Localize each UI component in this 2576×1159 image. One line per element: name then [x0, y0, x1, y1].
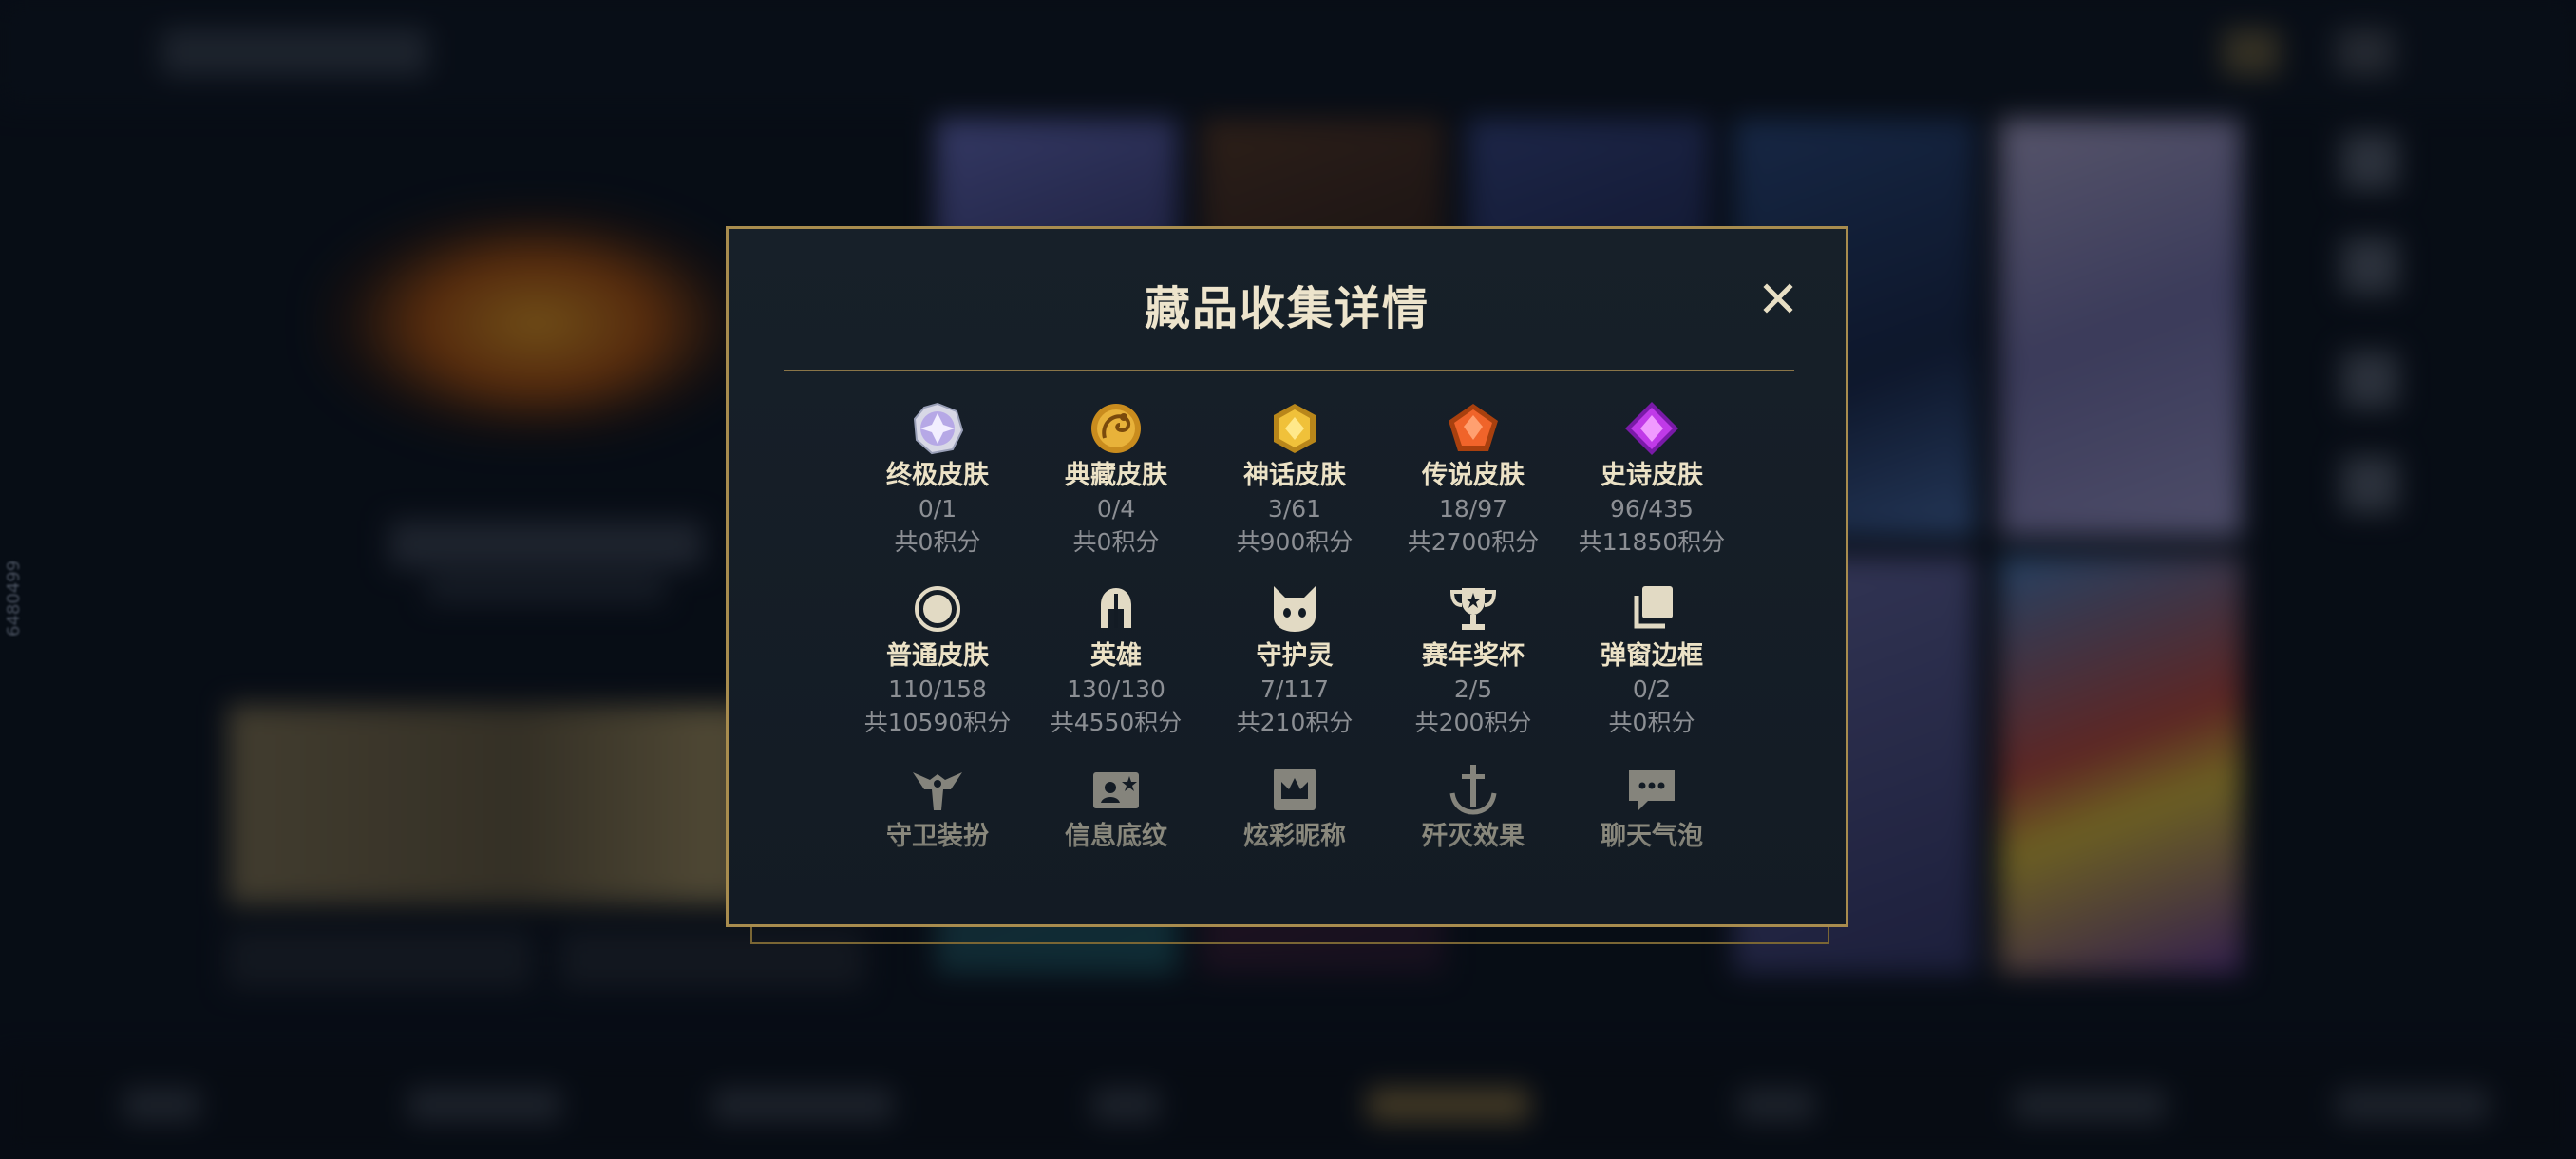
item-label: 神话皮肤 [1243, 461, 1346, 490]
helmet-icon [1101, 588, 1131, 628]
winged-guard-icon [913, 772, 962, 810]
item-points: 共2700积分 [1407, 528, 1540, 556]
item-count: 18/97 [1438, 495, 1508, 522]
close-icon [1763, 283, 1793, 314]
item-count: 96/435 [1610, 495, 1694, 522]
item-label: 史诗皮肤 [1601, 461, 1703, 490]
orange-gem-icon [1449, 404, 1498, 451]
item-points: 共0积分 [1608, 709, 1695, 736]
collection-item-kill-effect[interactable]: 歼灭效果 [1378, 761, 1568, 854]
collection-item-colorful-nickname[interactable]: 炫彩昵称 [1200, 761, 1390, 854]
item-count: 0/2 [1632, 675, 1672, 703]
collection-item-mythic-skin[interactable]: 神话皮肤 3/61 共900积分 [1200, 400, 1390, 560]
item-label: 炫彩昵称 [1243, 822, 1346, 851]
ultimate-gem-icon [913, 402, 964, 455]
item-count: 110/158 [888, 675, 987, 703]
item-points: 共0积分 [894, 528, 981, 556]
item-count: 3/61 [1267, 495, 1322, 522]
anchor-sword-icon [1449, 765, 1497, 815]
collection-item-chat-bubble[interactable]: 聊天气泡 [1557, 761, 1747, 854]
collection-item-popup-frame[interactable]: 弹窗边框 0/2 共0积分 [1557, 580, 1747, 740]
item-label: 英雄 [1090, 641, 1142, 671]
profile-card-icon [1093, 772, 1139, 808]
close-button[interactable] [1752, 273, 1804, 324]
trophy-icon [1449, 588, 1497, 630]
collection-item-guardian[interactable]: 守护灵 7/117 共210积分 [1200, 580, 1390, 740]
item-label: 传说皮肤 [1422, 461, 1525, 490]
item-label: 赛年奖杯 [1422, 641, 1525, 671]
item-points: 共4550积分 [1050, 709, 1183, 736]
collection-item-guard-outfit[interactable]: 守卫装扮 [843, 761, 1032, 854]
stacked-frames-icon [1634, 586, 1673, 629]
item-points: 共200积分 [1414, 709, 1532, 736]
item-label: 守护灵 [1256, 641, 1334, 671]
title-divider [784, 370, 1794, 371]
circle-icon [915, 586, 960, 632]
collection-item-hero[interactable]: 英雄 130/130 共4550积分 [1021, 580, 1211, 740]
watermark-text: 6480499 [4, 560, 24, 636]
collection-details-modal: 藏品收集详情 终极皮肤 0/1 共0积分 典藏皮肤 0/4 共0积分 神话皮肤 … [726, 226, 1848, 927]
item-label: 典藏皮肤 [1065, 461, 1167, 490]
dragon-gem-icon [1091, 404, 1141, 453]
item-points: 共0积分 [1072, 528, 1160, 556]
collection-item-normal-skin[interactable]: 普通皮肤 110/158 共10590积分 [843, 580, 1032, 740]
item-points: 共10590积分 [863, 709, 1012, 736]
item-label: 信息底纹 [1065, 822, 1167, 851]
item-count: 0/1 [918, 495, 957, 522]
modal-title: 藏品收集详情 [1144, 282, 1430, 335]
guardian-spirit-icon [1274, 586, 1316, 632]
gold-gem-icon [1274, 404, 1316, 453]
purple-gem-icon [1625, 402, 1678, 455]
collection-item-legendary-skin[interactable]: 传说皮肤 18/97 共2700积分 [1378, 400, 1568, 560]
item-label: 歼灭效果 [1422, 822, 1525, 851]
chat-bubble-icon [1629, 770, 1675, 810]
item-points: 共900积分 [1236, 528, 1354, 556]
item-label: 守卫装扮 [886, 822, 989, 851]
item-count: 0/4 [1096, 495, 1136, 522]
item-count: 130/130 [1067, 675, 1165, 703]
crown-card-icon [1274, 769, 1316, 810]
item-count: 2/5 [1453, 675, 1493, 703]
item-label: 普通皮肤 [886, 641, 989, 671]
item-label: 终极皮肤 [886, 461, 989, 490]
item-count: 7/117 [1260, 675, 1330, 703]
collection-item-season-trophy[interactable]: 赛年奖杯 2/5 共200积分 [1378, 580, 1568, 740]
item-points: 共11850积分 [1578, 528, 1726, 556]
collection-item-collection-skin[interactable]: 典藏皮肤 0/4 共0积分 [1021, 400, 1211, 560]
collection-item-epic-skin[interactable]: 史诗皮肤 96/435 共11850积分 [1557, 400, 1747, 560]
item-label: 弹窗边框 [1601, 641, 1703, 671]
collection-item-info-pattern[interactable]: 信息底纹 [1021, 761, 1211, 854]
collection-item-ultimate-skin[interactable]: 终极皮肤 0/1 共0积分 [843, 400, 1032, 560]
item-label: 聊天气泡 [1601, 822, 1703, 851]
item-points: 共210积分 [1236, 709, 1354, 736]
